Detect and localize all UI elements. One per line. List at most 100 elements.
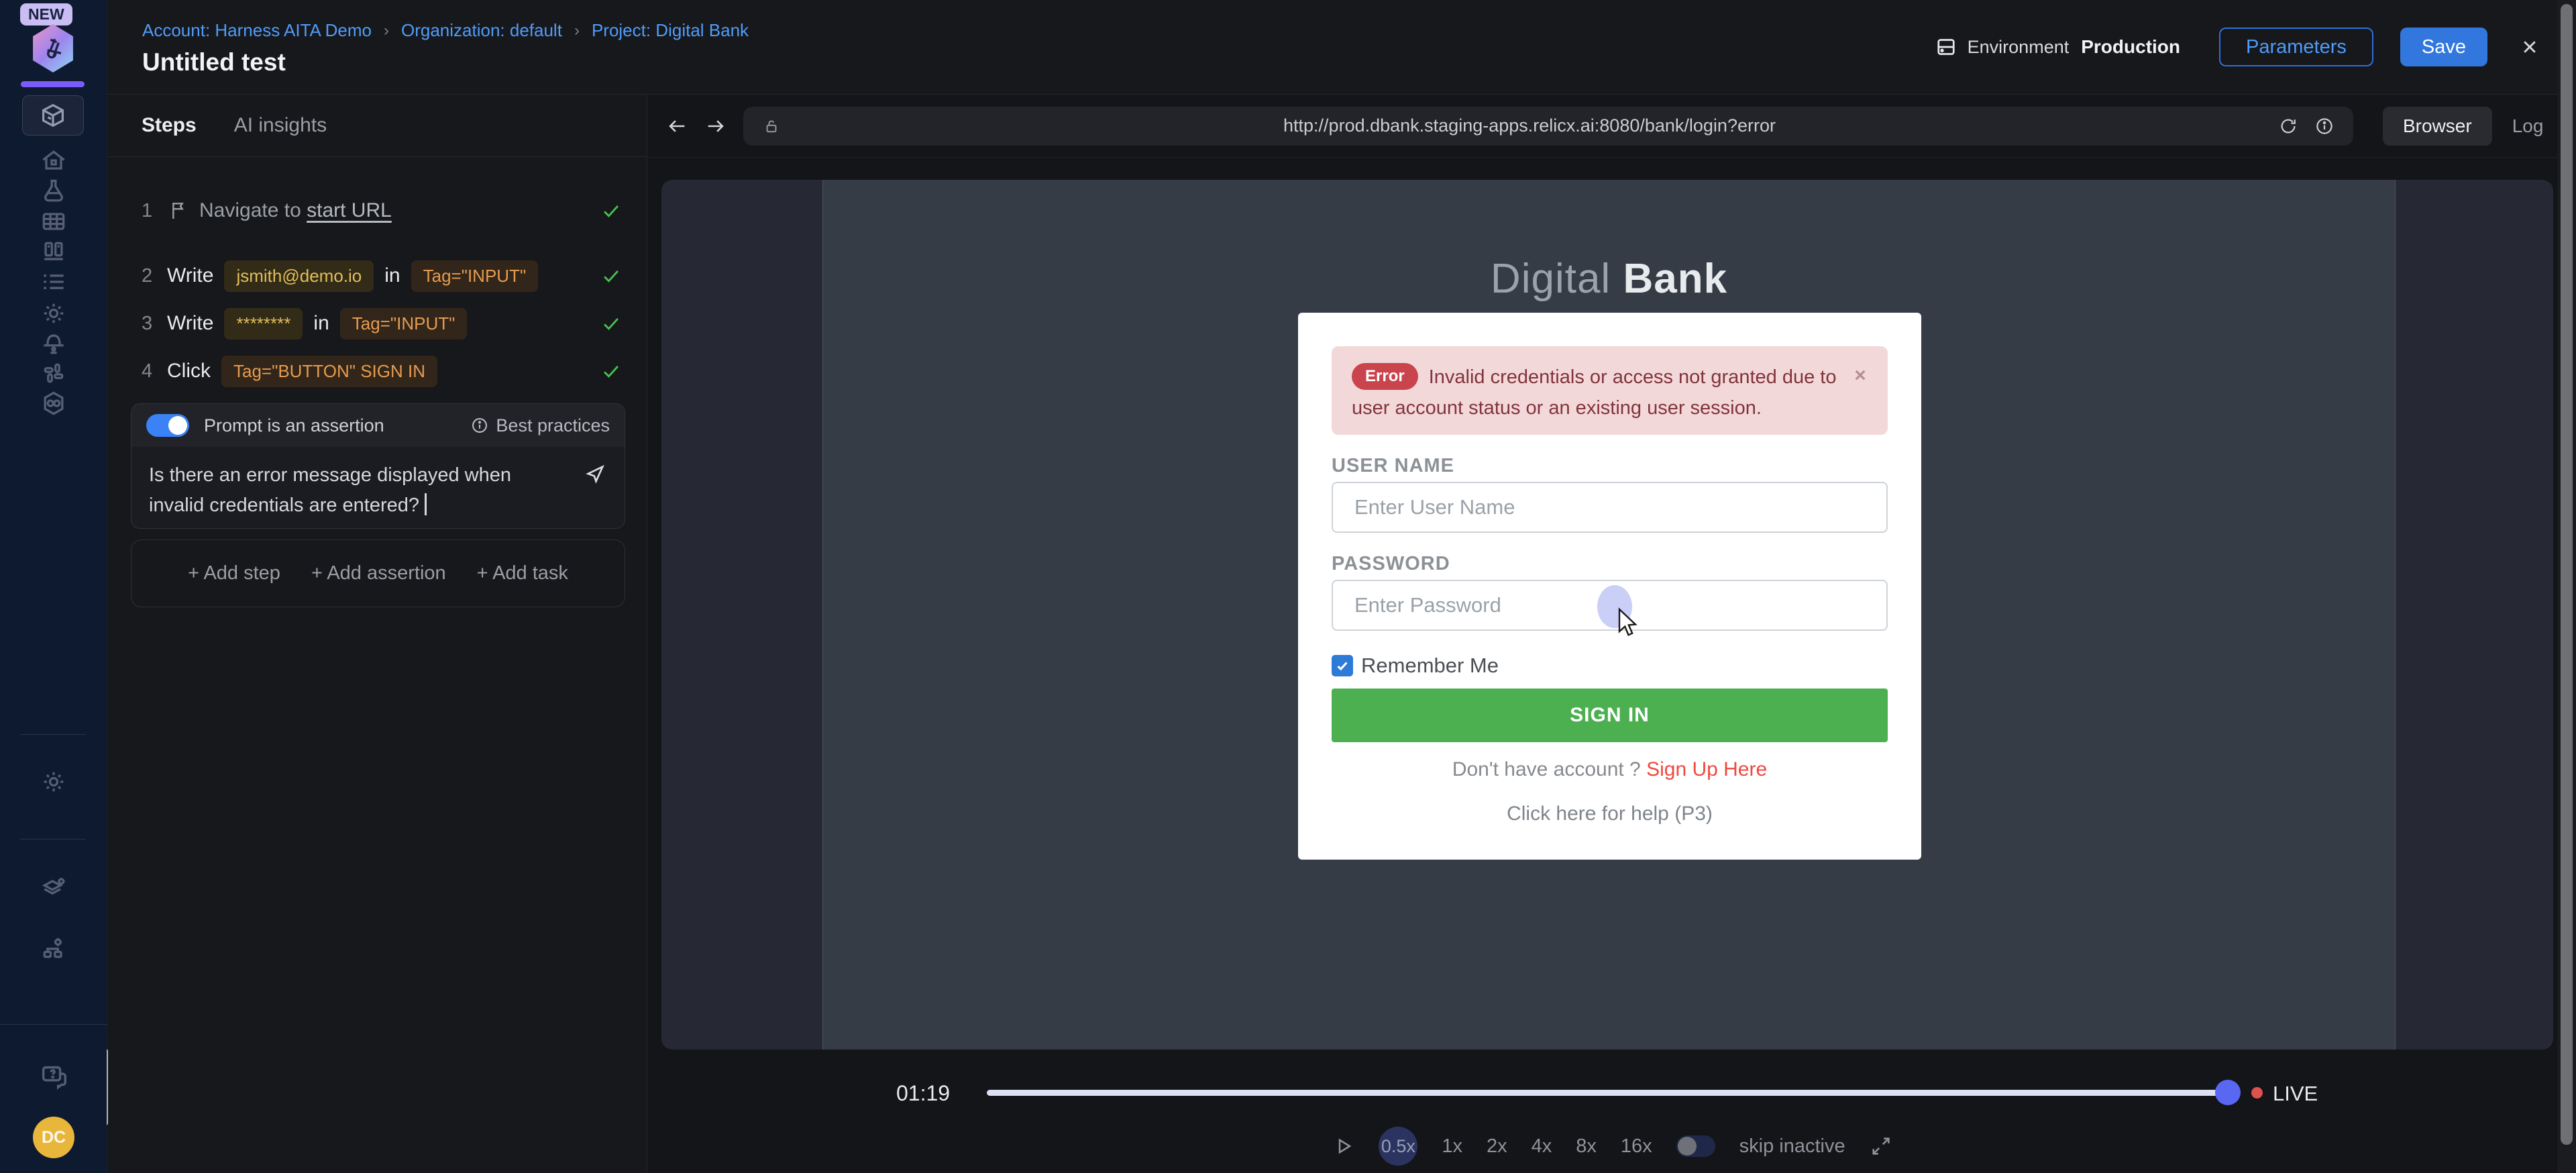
replay-viewport: Digital Bank ErrorInvalid credentials or… <box>661 180 2553 1050</box>
forward-arrow-icon[interactable] <box>704 115 727 138</box>
sidebar-item-incognito[interactable] <box>0 329 107 358</box>
step-row-1[interactable]: 1 Navigate to start URL <box>142 192 623 230</box>
step-target-badge[interactable]: Tag="INPUT" <box>340 308 468 340</box>
flask-icon <box>39 176 68 206</box>
sidebar-item-home[interactable] <box>0 146 107 176</box>
play-icon[interactable] <box>1332 1135 1354 1158</box>
step-action: Navigate to start URL <box>199 199 392 222</box>
step-number: 3 <box>142 313 156 335</box>
sign-up-link[interactable]: Sign Up Here <box>1646 758 1767 780</box>
environment-value: Production <box>2081 36 2180 58</box>
tab-steps[interactable]: Steps <box>142 114 197 137</box>
sidebar-item-chaos[interactable] <box>0 358 107 388</box>
add-assertion-button[interactable]: + Add assertion <box>311 562 446 584</box>
tab-ai-insights[interactable]: AI insights <box>234 114 327 137</box>
sidebar-item-pipelines[interactable] <box>0 389 107 418</box>
timeline-track[interactable] <box>987 1090 2228 1096</box>
scrollbar-thumb[interactable] <box>2561 4 2573 1145</box>
refresh-icon[interactable] <box>2278 116 2298 136</box>
breadcrumb-account[interactable]: Account: Harness AITA Demo <box>142 20 372 41</box>
back-arrow-icon[interactable] <box>665 115 688 138</box>
prompt-text-line2: invalid credentials are entered? <box>149 491 607 521</box>
step-row-2[interactable]: 2 Write jsmith@demo.io in Tag="INPUT" <box>142 257 623 295</box>
breadcrumb-project[interactable]: Project: Digital Bank <box>592 20 749 41</box>
list-icon <box>39 267 68 297</box>
sidebar-item-lab[interactable] <box>0 176 107 206</box>
add-task-button[interactable]: + Add task <box>477 562 568 584</box>
remember-me-row[interactable]: Remember Me <box>1332 654 1499 678</box>
login-card: ErrorInvalid credentials or access not g… <box>1298 313 1921 860</box>
remember-checkbox[interactable] <box>1332 655 1353 676</box>
flag-icon <box>167 200 189 221</box>
step-action: Write <box>167 264 213 287</box>
close-icon <box>1850 365 1870 385</box>
timeline-scrubber[interactable] <box>2215 1080 2241 1105</box>
add-step-button[interactable]: + Add step <box>188 562 280 584</box>
live-label: LIVE <box>2273 1082 2318 1106</box>
sidebar-item-columns[interactable] <box>0 238 107 267</box>
speed-0.5x-selected[interactable]: 0.5x <box>1379 1127 1417 1166</box>
sidebar-item-modules-active[interactable] <box>22 95 84 136</box>
breadcrumb-organization[interactable]: Organization: default <box>401 20 562 41</box>
help-chat-icon <box>38 1062 69 1092</box>
speed-8x[interactable]: 8x <box>1576 1135 1597 1158</box>
replay-timeline: 01:19 LIVE <box>648 1071 2576 1119</box>
error-badge: Error <box>1352 363 1418 390</box>
infinity-hexagon-icon <box>39 389 68 418</box>
window-scrollbar[interactable] <box>2557 0 2576 1173</box>
scatter-pills-icon <box>39 358 68 388</box>
sidebar-item-connectors[interactable] <box>0 933 107 963</box>
remember-label: Remember Me <box>1361 654 1499 678</box>
step-value-badge[interactable]: ******** <box>224 308 303 340</box>
step-target-badge[interactable]: Tag="BUTTON" SIGN IN <box>221 356 437 387</box>
url-bar[interactable]: http://prod.dbank.staging-apps.relicx.ai… <box>743 107 2353 146</box>
fullscreen-icon[interactable] <box>1870 1135 1892 1158</box>
breadcrumb-separator: › <box>384 21 389 40</box>
speed-1x[interactable]: 1x <box>1442 1135 1462 1158</box>
speed-4x[interactable]: 4x <box>1532 1135 1552 1158</box>
signup-line: Don't have account ? Sign Up Here <box>1298 758 1921 781</box>
close-button[interactable] <box>2518 36 2541 58</box>
best-practices-link[interactable]: Best practices <box>470 415 610 436</box>
assertion-toggle[interactable] <box>146 414 189 437</box>
org-gear-icon <box>39 933 68 963</box>
sidebar-item-settings[interactable] <box>0 299 107 328</box>
step-number: 2 <box>142 265 156 287</box>
breadcrumb: Account: Harness AITA Demo › Organizatio… <box>142 20 749 41</box>
sidebar-item-account-settings[interactable] <box>0 767 107 797</box>
tab-log-view[interactable]: Log <box>2512 115 2544 137</box>
send-icon <box>583 462 607 486</box>
sidebar-divider <box>0 1024 107 1025</box>
step-value-badge[interactable]: jsmith@demo.io <box>224 260 374 292</box>
elapsed-time: 01:19 <box>896 1081 950 1106</box>
logo-accent-bar <box>21 81 85 87</box>
speed-16x[interactable]: 16x <box>1621 1135 1652 1158</box>
username-input[interactable] <box>1332 482 1888 533</box>
help-link[interactable]: Click here for help (P3) <box>1298 803 1921 825</box>
url-bar-icons <box>2278 116 2334 136</box>
sidebar-item-environments[interactable] <box>0 874 107 903</box>
user-avatar[interactable]: DC <box>33 1117 74 1158</box>
alert-close-button[interactable] <box>1850 365 1870 385</box>
text-caret <box>425 493 427 515</box>
step-row-3[interactable]: 3 Write ******** in Tag="INPUT" <box>142 305 623 342</box>
pointer-icon <box>1611 605 1640 638</box>
toggle-knob <box>168 416 187 435</box>
prompt-textarea[interactable]: Is there an error message displayed when… <box>131 447 625 521</box>
tab-browser-view[interactable]: Browser <box>2383 107 2492 146</box>
sidebar-item-list[interactable] <box>0 267 107 297</box>
skip-inactive-toggle[interactable] <box>1676 1135 1715 1157</box>
step-target-badge[interactable]: Tag="INPUT" <box>411 260 539 292</box>
speed-2x[interactable]: 2x <box>1487 1135 1507 1158</box>
send-prompt-button[interactable] <box>583 462 607 486</box>
info-icon[interactable] <box>2314 116 2334 136</box>
sidebar-item-grid[interactable] <box>0 207 107 236</box>
start-url-link[interactable]: start URL <box>307 199 392 221</box>
sidebar-item-help[interactable] <box>0 1062 107 1092</box>
error-alert: ErrorInvalid credentials or access not g… <box>1332 346 1888 435</box>
save-button[interactable]: Save <box>2400 28 2487 66</box>
parameters-button[interactable]: Parameters <box>2219 28 2373 66</box>
step-row-4[interactable]: 4 Click Tag="BUTTON" SIGN IN <box>142 352 623 390</box>
harness-aita-logo[interactable] <box>30 24 76 72</box>
sign-in-button[interactable]: SIGN IN <box>1332 688 1888 742</box>
